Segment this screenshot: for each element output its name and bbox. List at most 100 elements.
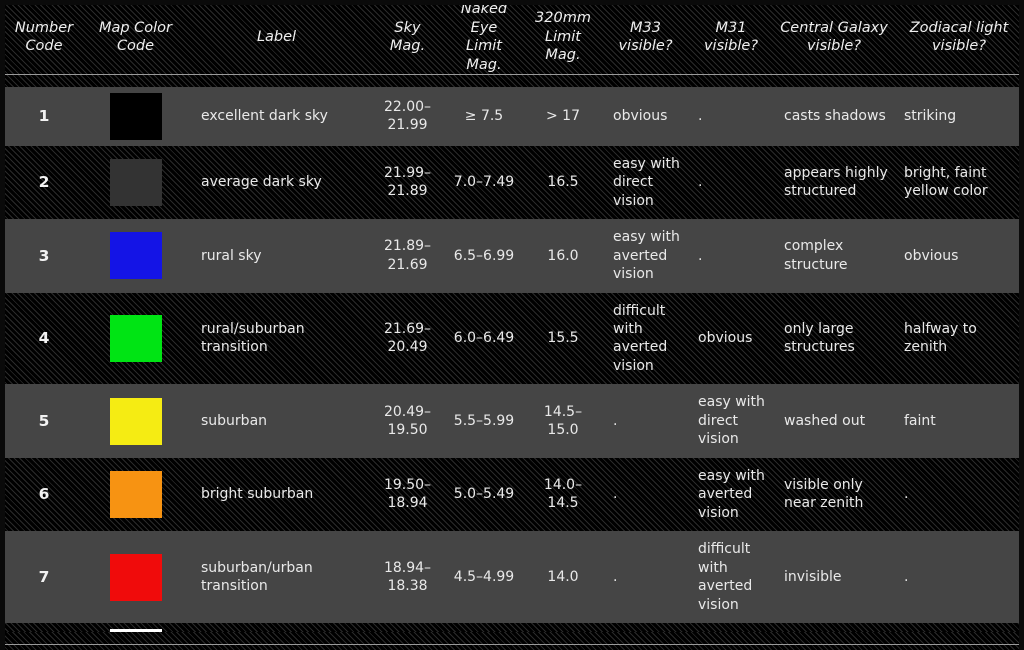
table-row: 1 excellent dark sky 22.00– 21.99 ≥ 7.5 > 17 o… [0,86,1024,146]
cell-zodiacal-light-visible: obvious [904,247,959,264]
cell-label: average dark sky [201,174,322,191]
cell-zodiacal-light-visible: faint [904,412,936,429]
cell-sky-mag: 21.89– 21.69 [370,219,445,292]
col-header-m33-visible: M33 visible? [603,0,688,75]
cell-naked-eye-limit-mag: 5.0–5.49 [453,486,515,503]
cell-m31-visible: easy with averted vision [698,467,765,521]
cell-label: rural/suburban transition [201,320,305,356]
bortle-scale-page: Number Code Map Color Code Label Sky Mag… [0,0,1024,650]
col-header-label: Label [256,28,297,45]
sky-mag-line-1: 19.50– [383,477,432,494]
header-line-1: Zodiacal light [909,19,1009,36]
sky-mag-line-1: 22.00– [383,98,432,115]
cell-m31-visible: . [698,174,703,191]
cell-m33-visible: . [613,486,618,503]
cell-sky-mag: 18.94– 18.38 [370,531,445,623]
table-body: 1 excellent dark sky 22.00– 21.99 ≥ 7.5 > 17 o… [0,86,1024,650]
cell-m31-visible: . [698,107,703,124]
cell-label: rural sky [201,247,262,264]
header-line-2: visible? [618,38,673,55]
header-gap-band [0,74,1024,87]
cell-number-code: 7 [38,567,50,586]
col-header-central-galaxy-visible: Central Galaxy visible? [774,0,894,75]
cell-label: excellent dark sky [201,107,328,124]
cell-m33-visible: obvious [613,107,668,124]
cell-320mm-limit-mag: 14.5–15.0 [543,403,583,439]
cell-number-code: 5 [38,411,50,430]
cell-naked-eye-limit-mag: 6.0–6.49 [453,330,515,347]
header-line-2: Code [25,38,63,55]
cell-m33-visible: easy with direct vision [613,155,680,209]
header-row: Number Code Map Color Code Label Sky Mag… [0,0,1024,75]
top-edge-strip [0,0,1024,5]
table-row: 4 rural/suburban transition 21.69– 20.49 6.0… [0,292,1024,385]
cell-320mm-limit-mag: 14.0–14.5 [543,477,583,512]
sky-mag-line-1: 21.69– [383,320,432,337]
right-edge-strip [1019,0,1024,650]
cell-map-color-code [88,293,183,385]
cell-sky-mag: 22.00– 21.99 [370,87,445,146]
cell-map-color-code [88,458,183,531]
sky-mag-line-1: 20.49– [383,403,432,420]
col-header-naked-eye-limit-mag: Naked Eye Limit Mag. [445,0,523,75]
sky-mag-line-2: 18.94 [387,495,428,512]
table-header: Number Code Map Color Code Label Sky Mag… [0,0,1024,87]
header-line-1: M33 [630,19,661,36]
sky-mag-line-2: 20.49 [387,339,428,356]
cell-naked-eye-limit-mag: 6.5–6.99 [453,247,515,264]
header-line-2: Limit Mag. [466,38,502,73]
bortle-scale-table: Number Code Map Color Code Label Sky Mag… [0,0,1024,650]
cell-320mm-limit-mag: > 17 [546,107,580,124]
cell-number-code: 2 [38,173,50,192]
header-gap-cell [0,75,1024,87]
cell-central-galaxy-visible: complex structure [784,238,848,273]
cell-map-color-code [88,146,183,219]
cell-sky-mag: 21.69– 20.49 [370,293,445,385]
table-row: 2 average dark sky 21.99– 21.89 7.0–7.49 16.5… [0,145,1024,220]
cell-map-color-code [88,219,183,292]
cell-number-code: 1 [38,106,50,125]
table-row: 6 bright suburban 19.50– 18.94 5.0–5.49 14.0–… [0,457,1024,532]
cell-map-color-code [88,384,183,457]
cell-zodiacal-light-visible: . [904,486,909,503]
footer-band [0,632,1024,650]
cell-label: suburban [201,412,268,429]
color-swatch-blue [109,232,162,280]
col-header-number-code: Number Code [0,0,88,75]
sky-mag-line-1: 21.99– [383,164,432,181]
cell-m31-visible: easy with direct vision [698,394,765,448]
col-header-sky-mag: Sky Mag. [389,19,426,55]
sky-mag-line-1: 21.89– [383,238,432,255]
cell-320mm-limit-mag: 15.5 [547,330,579,347]
col-header-zodiacal-light-visible: Zodiacal light visible? [894,0,1024,75]
header-line-1: Central Galaxy [780,19,888,36]
cell-number-code: 6 [38,485,50,504]
table-row: 3 rural sky 21.89– 21.69 6.5–6.99 16.0 easy wi… [0,219,1024,293]
header-line-1: M31 [715,19,747,36]
sky-mag-line-2: 19.50 [387,422,428,439]
cell-m33-visible: . [613,568,618,585]
cell-naked-eye-limit-mag: ≥ 7.5 [464,107,504,124]
cell-naked-eye-limit-mag: 4.5–4.99 [453,568,515,585]
col-header-320mm-limit-mag: 320mm Limit Mag. [523,0,603,75]
header-line-2: visible? [806,38,862,55]
header-line-2: visible? [703,38,759,55]
cell-map-color-code [88,87,183,146]
cell-m31-visible: obvious [698,330,753,347]
cell-sky-mag: 21.99– 21.89 [370,146,445,219]
left-edge-strip [0,0,5,650]
cell-m33-visible: . [613,412,618,429]
color-swatch-yellow [109,397,162,445]
cell-naked-eye-limit-mag: 5.5–5.99 [453,412,515,429]
sky-mag-line-2: 21.99 [387,117,428,134]
cell-map-color-code [88,531,183,623]
cell-central-galaxy-visible: visible only near zenith [784,477,864,512]
color-swatch-black [109,92,162,140]
table-row: 7 suburban/urban transition 18.94– 18.38 4.5… [0,531,1024,624]
cell-m31-visible: . [698,247,703,264]
header-line-1: Map Color [98,19,173,36]
cell-number-code: 3 [38,246,50,265]
sky-mag-line-2: 21.89 [387,183,428,200]
cell-320mm-limit-mag: 16.0 [547,247,579,264]
header-line-2: Code [116,38,155,55]
